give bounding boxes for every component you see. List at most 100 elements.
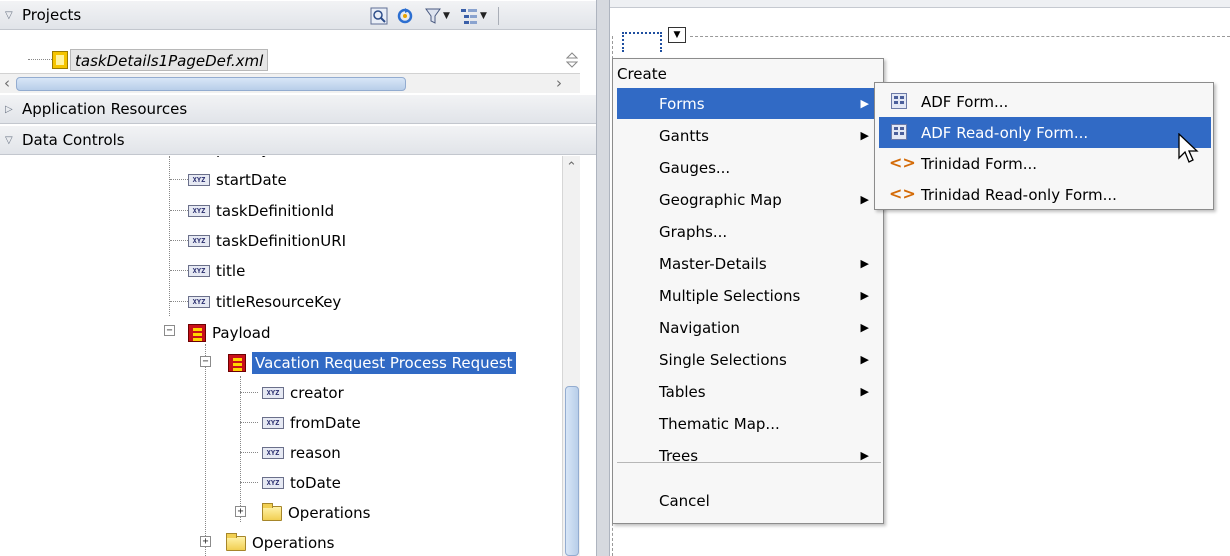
scroll-left-icon[interactable]: ‹: [4, 74, 10, 92]
tree-node[interactable]: XYZ taskDefinitionId: [170, 196, 334, 226]
folder-icon: [262, 502, 282, 521]
attribute-icon: XYZ: [262, 447, 284, 459]
expand-triangle-icon[interactable]: ▷: [5, 104, 13, 115]
tree-node-selected[interactable]: Vacation Request Process Request: [228, 348, 516, 378]
collapse-toggle[interactable]: −: [164, 325, 175, 336]
tree-node[interactable]: XYZ titleResourceKey: [170, 287, 341, 317]
menu-item-navigation[interactable]: Navigation ▶: [617, 312, 881, 343]
attribute-icon: XYZ: [188, 174, 210, 186]
submenu-arrow-icon: ▶: [860, 97, 869, 110]
submenu-item-label: Trinidad Form...: [921, 154, 1038, 173]
tree-connector: [240, 422, 258, 423]
tree-node[interactable]: XYZ taskDefinitionURI: [170, 226, 346, 256]
panel-splitter[interactable]: [596, 0, 610, 556]
submenu-arrow-icon: ▶: [860, 289, 869, 302]
attribute-icon: XYZ: [188, 235, 210, 247]
view-options-icon[interactable]: [460, 7, 478, 25]
tree-node[interactable]: XYZ title: [170, 256, 245, 286]
attribute-icon: XYZ: [188, 296, 210, 308]
dropdown-handle-icon[interactable]: ▼: [668, 27, 686, 43]
tree-node-label: startDate: [216, 171, 287, 189]
project-file-row[interactable]: taskDetails1PageDef.xml: [0, 46, 596, 74]
application-resources-header[interactable]: ▷ Application Resources: [0, 94, 596, 124]
adf-form-icon: [891, 124, 907, 140]
expand-toggle[interactable]: +: [235, 506, 246, 517]
find-icon[interactable]: [370, 7, 388, 25]
tree-node-label: priority: [216, 156, 270, 158]
menu-item-tables[interactable]: Tables ▶: [617, 376, 881, 407]
submenu-item-trinidad-read-only-form[interactable]: <> Trinidad Read-only Form...: [879, 179, 1211, 210]
collapse-triangle-icon[interactable]: ▽: [5, 135, 13, 146]
submenu-arrow-icon: ▶: [860, 257, 869, 270]
attribute-icon: XYZ: [188, 205, 210, 217]
drop-target[interactable]: [622, 32, 662, 52]
application-resources-title: Application Resources: [22, 100, 188, 118]
menu-item-forms[interactable]: Forms ▶: [617, 88, 881, 119]
horizontal-scrollbar[interactable]: ‹ ›: [0, 73, 580, 93]
menu-item-multiple-selections[interactable]: Multiple Selections ▶: [617, 280, 881, 311]
menu-item-single-selections[interactable]: Single Selections ▶: [617, 344, 881, 375]
tree-node[interactable]: XYZ creator: [240, 378, 344, 408]
refresh-icon[interactable]: [396, 7, 414, 25]
editor-tab-strip: [610, 0, 1230, 8]
attribute-icon: XYZ: [262, 387, 284, 399]
submenu-item-adf-form[interactable]: ADF Form...: [879, 86, 1211, 117]
projects-header[interactable]: ▽ Projects ▼ ▼: [0, 0, 596, 30]
menu-item-thematic-map[interactable]: Thematic Map...: [617, 408, 881, 439]
tree-node-payload[interactable]: Payload: [188, 318, 271, 348]
scroll-up-icon[interactable]: ⌃: [566, 160, 577, 175]
submenu-arrow-icon: ▶: [860, 449, 869, 462]
submenu-item-label: ADF Read-only Form...: [921, 123, 1089, 142]
collapse-triangle-icon[interactable]: ▽: [5, 10, 13, 21]
tree-connector: [240, 392, 258, 393]
tree-node-label: taskDefinitionId: [216, 202, 335, 220]
tree-node-label: titleResourceKey: [216, 293, 342, 311]
tree-node-operations[interactable]: Operations: [226, 528, 334, 556]
vertical-scroll-thumb[interactable]: [565, 386, 579, 556]
tree-node[interactable]: XYZ toDate: [240, 468, 341, 498]
submenu-arrow-icon: ▶: [860, 353, 869, 366]
menu-item-label: Cancel: [659, 491, 710, 510]
menu-item-trees[interactable]: Trees ▶: [617, 440, 881, 471]
menu-item-gantts[interactable]: Gantts ▶: [617, 120, 881, 151]
tree-connector: [240, 482, 258, 483]
mouse-cursor-icon: [1178, 133, 1199, 163]
tree-node[interactable]: XYZ startDate: [170, 165, 287, 195]
data-controls-header[interactable]: ▽ Data Controls: [0, 125, 596, 155]
tree-node-label: fromDate: [290, 414, 361, 432]
filter-dropdown-icon[interactable]: ▼: [443, 11, 450, 21]
attribute-icon: XYZ: [262, 477, 284, 489]
application-navigator: ▽ Projects ▼ ▼ taskDetails1PageDef.xml ‹…: [0, 0, 596, 556]
scroll-up-down-icon[interactable]: [566, 52, 578, 68]
menu-header: Create: [617, 65, 667, 83]
tree-node[interactable]: XYZ priority: [188, 156, 270, 164]
vertical-scrollbar[interactable]: ⌃: [562, 156, 580, 556]
tree-node-label: Payload: [212, 324, 271, 342]
tree-connector: [170, 270, 188, 271]
tree-node-label: toDate: [290, 474, 341, 492]
submenu-item-adf-read-only-form[interactable]: ADF Read-only Form...: [879, 117, 1211, 148]
menu-item-graphs[interactable]: Graphs...: [617, 216, 881, 247]
expand-toggle[interactable]: +: [200, 536, 211, 547]
menu-item-geographic-map[interactable]: Geographic Map ▶: [617, 184, 881, 215]
data-controls-title: Data Controls: [22, 131, 125, 149]
tree-connector: [240, 452, 258, 453]
horizontal-scroll-thumb[interactable]: [16, 77, 406, 91]
filter-icon[interactable]: [424, 7, 442, 25]
tree-node[interactable]: XYZ fromDate: [240, 408, 361, 438]
collapse-toggle[interactable]: −: [200, 356, 211, 367]
tree-node-operations[interactable]: Operations: [262, 498, 370, 528]
payload-icon: [228, 354, 246, 372]
menu-item-master-details[interactable]: Master-Details ▶: [617, 248, 881, 279]
project-file-name[interactable]: taskDetails1PageDef.xml: [70, 49, 269, 71]
page-definition-file-icon: [52, 51, 68, 69]
view-options-dropdown-icon[interactable]: ▼: [480, 11, 487, 21]
submenu-arrow-icon: ▶: [860, 321, 869, 334]
menu-item-cancel[interactable]: Cancel: [617, 485, 881, 516]
tree-node[interactable]: XYZ reason: [240, 438, 341, 468]
submenu-item-trinidad-form[interactable]: <> Trinidad Form...: [879, 148, 1211, 179]
tree-connector: [28, 59, 52, 60]
scroll-right-icon[interactable]: ›: [556, 74, 562, 92]
menu-item-label: Single Selections: [659, 350, 787, 369]
menu-item-gauges[interactable]: Gauges...: [617, 152, 881, 183]
